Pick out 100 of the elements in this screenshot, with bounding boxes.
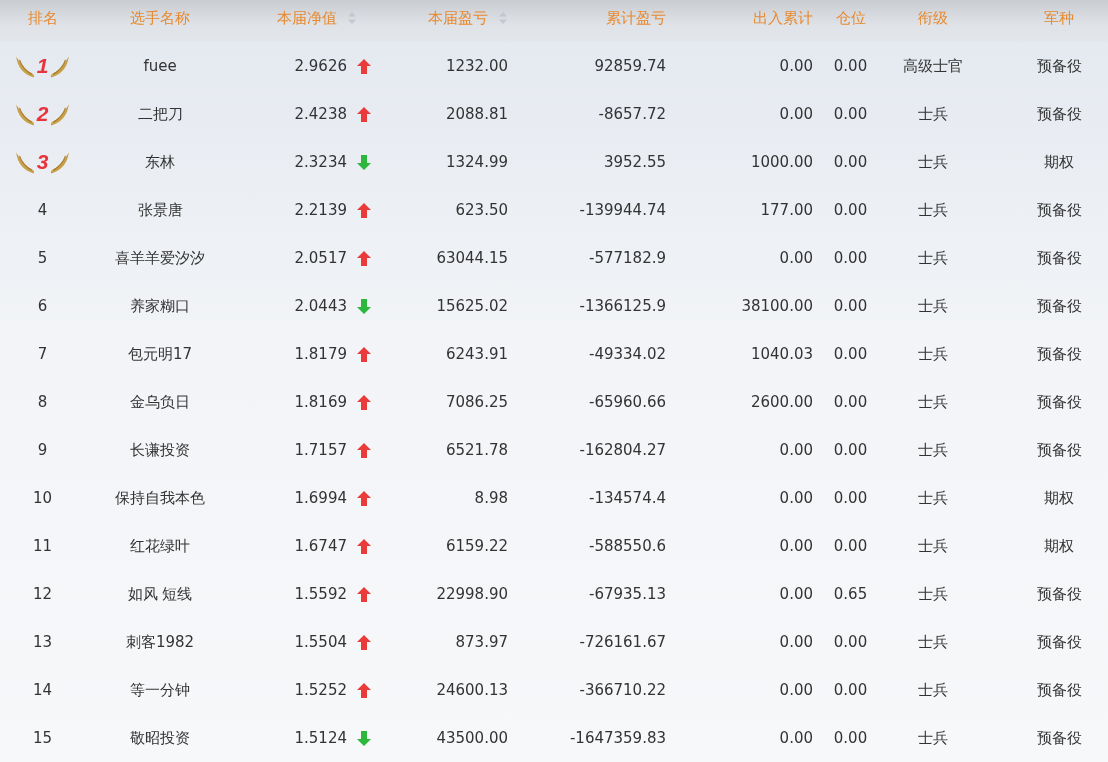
player-name: 敬昭投资 <box>130 728 190 748</box>
sort-icon[interactable] <box>498 11 508 25</box>
rank-title: 士兵 <box>918 296 948 316</box>
net-value: 1.6747 <box>294 537 347 555</box>
service-branch: 预备役 <box>1036 104 1082 124</box>
position-value: 0.00 <box>833 633 868 651</box>
rank-title: 士兵 <box>918 248 948 268</box>
position-value: 0.00 <box>833 681 868 699</box>
net-value: 2.9626 <box>294 57 347 75</box>
rank-number: 11 <box>32 537 53 555</box>
rank-number: 10 <box>32 489 53 507</box>
column-header[interactable]: 本届净值 <box>277 8 357 28</box>
position-value: 0.65 <box>833 585 868 603</box>
in-out-total: 0.00 <box>779 57 813 75</box>
profit-value: 6243.91 <box>445 345 508 363</box>
in-out-total: 0.00 <box>779 441 813 459</box>
cumulative-profit: -65960.66 <box>589 393 666 411</box>
service-branch: 期权 <box>1044 488 1074 508</box>
player-name: 保持自我本色 <box>115 488 205 508</box>
service-branch: 预备役 <box>1036 296 1082 316</box>
column-header: 排名 <box>27 8 58 28</box>
position-value: 0.00 <box>833 105 868 123</box>
rank-number: 7 <box>37 345 48 363</box>
profit-value: 15625.02 <box>436 297 508 315</box>
rank-title: 士兵 <box>918 728 948 748</box>
in-out-total: 0.00 <box>779 105 813 123</box>
profit-value: 6521.78 <box>445 441 508 459</box>
in-out-total: 177.00 <box>760 201 813 219</box>
rank-title: 士兵 <box>918 392 948 412</box>
rank-number: 6 <box>37 297 48 315</box>
column-header: 出入累计 <box>753 8 813 28</box>
cumulative-profit: -366710.22 <box>579 681 666 699</box>
position-value: 0.00 <box>833 153 868 171</box>
in-out-total: 0.00 <box>779 681 813 699</box>
net-value: 2.2139 <box>294 201 347 219</box>
profit-value: 7086.25 <box>445 393 508 411</box>
cumulative-profit: -1366125.9 <box>579 297 666 315</box>
in-out-total: 0.00 <box>779 489 813 507</box>
rank-number: 8 <box>37 393 48 411</box>
sort-icon[interactable] <box>347 11 357 25</box>
service-branch: 预备役 <box>1036 392 1082 412</box>
player-name: 张景唐 <box>137 200 183 220</box>
cumulative-profit: -162804.27 <box>579 441 666 459</box>
rank-title: 士兵 <box>918 440 948 460</box>
cumulative-profit: -67935.13 <box>589 585 666 603</box>
net-value: 1.5124 <box>294 729 347 747</box>
cumulative-profit: -1647359.83 <box>569 729 666 747</box>
player-name: 东林 <box>145 152 175 172</box>
position-value: 0.00 <box>833 57 868 75</box>
column-header: 仓位 <box>835 8 866 28</box>
in-out-total: 1040.03 <box>750 345 813 363</box>
cumulative-profit: -49334.02 <box>589 345 666 363</box>
service-branch: 预备役 <box>1036 632 1082 652</box>
player-name: fuee <box>143 57 177 75</box>
profit-value: 623.50 <box>455 201 508 219</box>
rank-number: 15 <box>32 729 53 747</box>
in-out-total: 38100.00 <box>741 297 813 315</box>
service-branch: 预备役 <box>1036 728 1082 748</box>
service-branch: 预备役 <box>1036 248 1082 268</box>
profit-value: 24600.13 <box>436 681 508 699</box>
position-value: 0.00 <box>833 393 868 411</box>
cumulative-profit: -8657.72 <box>598 105 666 123</box>
player-name: 金乌负日 <box>130 392 190 412</box>
cumulative-profit: 3952.55 <box>603 153 666 171</box>
position-value: 0.00 <box>833 441 868 459</box>
service-branch: 预备役 <box>1036 200 1082 220</box>
column-header: 选手名称 <box>130 8 190 28</box>
in-out-total: 0.00 <box>779 729 813 747</box>
column-header[interactable]: 本届盈亏 <box>428 8 508 28</box>
profit-value: 1232.00 <box>445 57 508 75</box>
column-header: 军种 <box>1044 8 1074 28</box>
profit-value: 2088.81 <box>445 105 508 123</box>
rank-title: 士兵 <box>918 488 948 508</box>
profit-value: 22998.90 <box>436 585 508 603</box>
net-value: 2.4238 <box>294 105 347 123</box>
rank-title: 士兵 <box>918 344 948 364</box>
profit-value: 6159.22 <box>445 537 508 555</box>
player-name: 包元明17 <box>127 344 193 364</box>
column-header: 累计盈亏 <box>606 8 666 28</box>
service-branch: 预备役 <box>1036 344 1082 364</box>
net-value: 1.8179 <box>294 345 347 363</box>
rank-title: 士兵 <box>918 152 948 172</box>
position-value: 0.00 <box>833 537 868 555</box>
rank-number: 5 <box>37 249 48 267</box>
column-header: 衔级 <box>918 8 948 28</box>
net-value: 1.6994 <box>294 489 347 507</box>
net-value: 1.7157 <box>294 441 347 459</box>
rank-title: 士兵 <box>918 680 948 700</box>
player-name: 养家糊口 <box>130 296 190 316</box>
net-value: 1.8169 <box>294 393 347 411</box>
profit-value: 43500.00 <box>436 729 508 747</box>
net-value: 2.0517 <box>294 249 347 267</box>
rank-number: 2 <box>36 102 49 126</box>
service-branch: 期权 <box>1044 152 1074 172</box>
profit-value: 63044.15 <box>436 249 508 267</box>
rank-title: 士兵 <box>918 584 948 604</box>
position-value: 0.00 <box>833 345 868 363</box>
profit-value: 1324.99 <box>445 153 508 171</box>
player-name: 二把刀 <box>137 104 183 124</box>
player-name: 喜羊羊爱汐汐 <box>115 248 205 268</box>
